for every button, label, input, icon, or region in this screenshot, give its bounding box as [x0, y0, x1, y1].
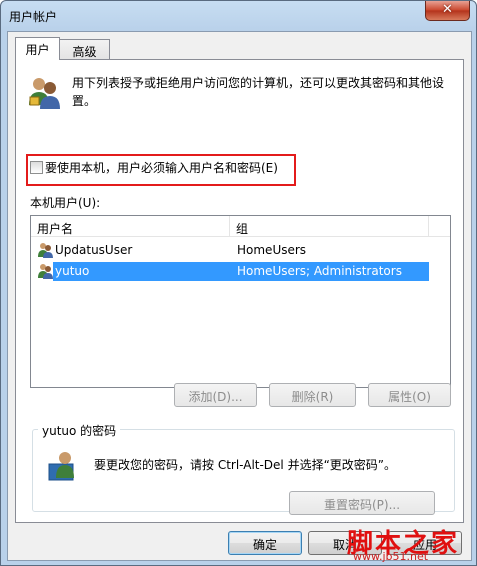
user-icon	[38, 243, 53, 258]
add-button-label: 添加(D)...	[188, 390, 243, 404]
remove-user-button[interactable]: 删除(R)	[269, 383, 356, 407]
password-group-title: yutuo 的密码	[38, 422, 121, 439]
ok-button-label: 确定	[252, 538, 277, 552]
user-icon	[38, 264, 53, 279]
require-password-label[interactable]: 要使用本机，用户必须输入用户名和密码(E)	[45, 159, 278, 176]
table-row[interactable]: UpdatusUser HomeUsers	[32, 241, 429, 260]
row-username: yutuo	[55, 264, 90, 278]
close-button[interactable]: ✕	[425, 1, 470, 21]
require-password-checkbox[interactable]	[30, 161, 43, 174]
ok-button[interactable]: 确定	[228, 531, 302, 555]
properties-button-label: 属性(O)	[388, 390, 431, 404]
header-divider	[31, 236, 450, 237]
reset-password-button[interactable]: 重置密码(P)...	[289, 491, 435, 515]
column-group-label: 组	[236, 222, 249, 236]
title-bar[interactable]: 用户帐户 ✕	[1, 1, 476, 31]
local-users-label: 本机用户(U):	[30, 196, 101, 210]
column-header-username[interactable]: 用户名	[31, 216, 230, 236]
table-row-selected[interactable]: yutuo HomeUsers; Administrators	[32, 262, 429, 281]
window-title: 用户帐户	[9, 10, 58, 24]
tab-advanced-label: 高级	[72, 45, 97, 59]
users-list[interactable]: 用户名 组 UpdatusUser HomeUsers yutuo HomeUs…	[30, 215, 451, 388]
tab-users[interactable]: 用户	[15, 37, 60, 60]
column-username-label: 用户名	[37, 222, 74, 236]
row-username: UpdatusUser	[55, 243, 133, 257]
user-password-icon	[48, 452, 74, 481]
users-icon	[29, 78, 60, 109]
add-user-button[interactable]: 添加(D)...	[174, 383, 257, 407]
users-tab-panel: 用下列表授予或拒绝用户访问您的计算机，还可以更改其密码和其他设置。 要使用本机，…	[15, 59, 464, 523]
reset-password-label: 重置密码(P)...	[323, 498, 401, 512]
properties-button[interactable]: 属性(O)	[368, 383, 451, 407]
remove-button-label: 删除(R)	[291, 390, 334, 404]
watermark-url: www.jb51.net	[353, 550, 429, 563]
row-group: HomeUsers; Administrators	[237, 264, 402, 278]
password-instructions: 要更改您的密码，请按 Ctrl-Alt-Del 并选择“更改密码”。	[94, 458, 397, 472]
tab-advanced[interactable]: 高级	[59, 39, 110, 60]
tab-users-label: 用户	[25, 43, 50, 57]
user-accounts-window: 用户帐户 ✕ 用户 高级 用下列表授予或拒绝用户访问您的计算机，还可以更改其密码…	[0, 0, 477, 566]
column-header-group[interactable]: 组	[230, 216, 429, 236]
close-icon: ✕	[442, 2, 453, 17]
description-text: 用下列表授予或拒绝用户访问您的计算机，还可以更改其密码和其他设置。	[72, 76, 445, 108]
row-group: HomeUsers	[237, 243, 307, 257]
dialog-client: 用户 高级 用下列表授予或拒绝用户访问您的计算机，还可以更改其密码和其他设置。 …	[7, 31, 472, 561]
